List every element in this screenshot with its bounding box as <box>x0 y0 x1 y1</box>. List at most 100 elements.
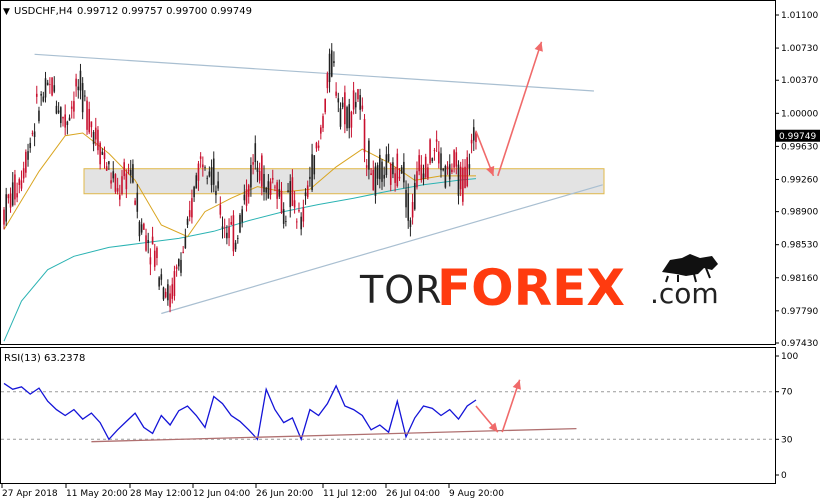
y-tick-label: 0.97790 <box>781 307 818 317</box>
candle-body <box>464 166 466 189</box>
candle-body <box>51 77 53 96</box>
candle-body <box>208 171 211 177</box>
candle-body <box>416 171 418 188</box>
candle-body <box>359 95 361 110</box>
candle-body <box>57 110 60 113</box>
candle-body <box>186 218 189 225</box>
candle-body <box>167 284 169 301</box>
candle-body <box>363 118 366 153</box>
candle-body <box>438 151 440 164</box>
candle-body <box>427 167 429 179</box>
candle-body <box>153 250 156 267</box>
candle-body <box>145 235 147 251</box>
candle-body <box>411 202 414 218</box>
candle-body <box>306 185 309 198</box>
candle-body <box>433 150 436 151</box>
y-tick-label: 1.00370 <box>781 76 818 86</box>
candle-body <box>250 164 252 188</box>
header-arrow: ▼ <box>3 7 10 17</box>
candle-body <box>94 127 97 140</box>
candle-body <box>392 162 394 175</box>
candle-body <box>381 161 383 182</box>
candle-body <box>136 192 139 212</box>
candle-body <box>16 193 18 198</box>
candle-body <box>379 154 381 180</box>
candle-body <box>35 93 38 97</box>
candle-body <box>3 209 5 225</box>
candle-body <box>210 167 213 186</box>
candle-body <box>394 173 396 183</box>
rsi-tick-label: 0 <box>781 471 787 481</box>
candle-body <box>368 140 370 170</box>
candle-body <box>287 190 289 192</box>
candle-body <box>372 169 375 191</box>
candle-body <box>42 96 45 102</box>
candle-body <box>114 174 117 192</box>
candle-body <box>313 155 316 175</box>
candle-body <box>396 153 399 186</box>
candle-body <box>129 169 132 176</box>
candle-body <box>298 209 300 212</box>
candle-body <box>212 158 215 185</box>
candle-body <box>66 121 69 125</box>
candle-body <box>295 221 298 223</box>
candle-body <box>9 193 12 208</box>
candle-body <box>337 98 340 103</box>
candle-body <box>357 89 359 100</box>
support-zone <box>83 168 605 195</box>
candle-body <box>265 187 267 193</box>
candle-body <box>344 92 346 125</box>
candle-body <box>22 168 25 179</box>
candle-body <box>387 153 390 162</box>
x-tick-label: 11 May 20:00 <box>66 489 128 499</box>
candle-body <box>440 153 442 171</box>
candle-body <box>90 121 93 128</box>
candle-body <box>424 156 427 178</box>
candle-body <box>245 189 248 206</box>
rsi-tick-label: 70 <box>781 388 793 398</box>
candle-body <box>182 251 184 254</box>
y-tick-label: 1.01100 <box>781 11 818 21</box>
candle-body <box>293 200 296 208</box>
candle-body <box>361 105 364 110</box>
candle-body <box>442 168 444 171</box>
candle-body <box>333 61 335 64</box>
candle-body <box>335 91 337 96</box>
candle-body <box>350 111 353 128</box>
candle-body <box>330 50 333 77</box>
candle-body <box>75 78 77 87</box>
candle-body <box>18 179 21 185</box>
candle-body <box>121 176 123 195</box>
candle-body <box>309 176 311 179</box>
candle-body <box>164 291 167 298</box>
candle-body <box>175 266 178 269</box>
candle-body <box>46 82 49 86</box>
candle-body <box>405 189 407 208</box>
candle-body <box>400 167 403 174</box>
header-symbol: USDCHF,H4 <box>14 6 73 17</box>
candle-body <box>151 236 154 245</box>
candle-body <box>86 100 88 130</box>
candle-body <box>302 207 305 222</box>
candle-body <box>429 139 431 164</box>
x-tick-label: 12 Jun 04:00 <box>193 489 250 499</box>
candle-body <box>383 174 385 179</box>
candle-body <box>112 171 115 179</box>
candle-body <box>97 129 99 151</box>
candle-body <box>352 90 355 110</box>
candle-body <box>354 101 357 108</box>
candle-body <box>60 107 62 124</box>
candle-body <box>70 106 73 109</box>
candle-body <box>285 221 287 222</box>
x-tick-label: 28 May 12:00 <box>130 489 192 499</box>
candle-body <box>228 226 230 239</box>
candle-body <box>409 220 412 227</box>
candle-body <box>324 98 326 113</box>
candle-body <box>116 188 119 192</box>
candle-body <box>280 190 283 214</box>
candle-body <box>119 194 121 200</box>
candle-body <box>143 223 145 230</box>
candle-body <box>92 132 95 145</box>
price-chart: 1.01100 1.00730 1.00370 1.00000 0.99630 0.992… <box>0 0 820 499</box>
candle-body <box>38 110 40 122</box>
